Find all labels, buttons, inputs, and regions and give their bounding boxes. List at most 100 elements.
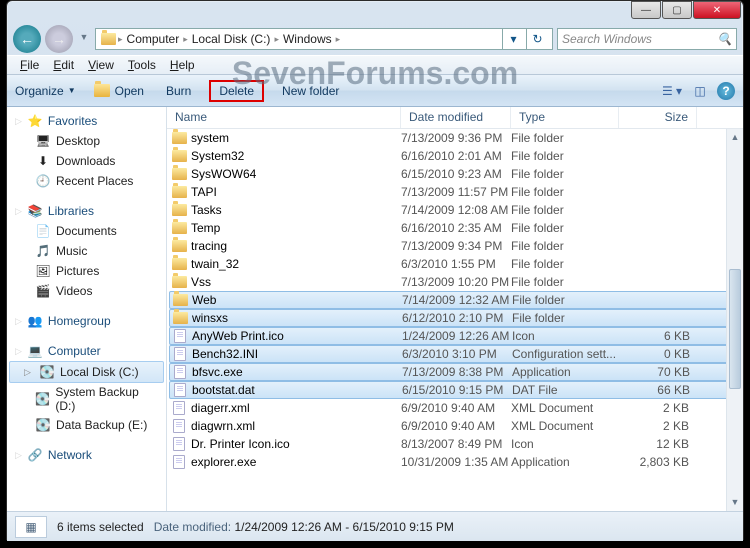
chevron-right-icon[interactable]: ▸ bbox=[274, 34, 279, 45]
menu-edit[interactable]: Edit bbox=[46, 58, 81, 72]
view-options-button[interactable]: ☰ ▾ bbox=[661, 82, 683, 100]
music-icon: 🎵 bbox=[35, 243, 51, 259]
file-type: Application bbox=[512, 365, 620, 379]
back-button[interactable]: ← bbox=[13, 25, 41, 53]
menu-file[interactable]: File bbox=[13, 58, 46, 72]
file-name: twain_32 bbox=[191, 257, 401, 271]
file-row[interactable]: bootstat.dat6/15/2010 9:15 PMDAT File66 … bbox=[169, 381, 741, 399]
file-name: diagwrn.xml bbox=[191, 419, 401, 433]
new-folder-button[interactable]: New folder bbox=[278, 82, 343, 100]
file-type: File folder bbox=[512, 293, 620, 307]
help-button[interactable]: ? bbox=[717, 82, 735, 100]
col-type[interactable]: Type bbox=[511, 107, 619, 128]
refresh-button[interactable]: ↻ bbox=[526, 28, 548, 50]
nav-history-dropdown[interactable]: ▼ bbox=[77, 32, 91, 46]
scroll-down-icon[interactable]: ▼ bbox=[727, 494, 743, 511]
file-date: 6/3/2010 3:10 PM bbox=[402, 347, 512, 361]
file-row[interactable]: system7/13/2009 9:36 PMFile folder bbox=[167, 129, 743, 147]
sidebar-network[interactable]: ▷🔗Network bbox=[7, 445, 166, 465]
nav-pane: ▷⭐Favorites 🖥Desktop ⬇Downloads 🕘Recent … bbox=[7, 107, 167, 511]
col-date[interactable]: Date modified bbox=[401, 107, 511, 128]
file-row[interactable]: Vss7/13/2009 10:20 PMFile folder bbox=[167, 273, 743, 291]
file-row[interactable]: Dr. Printer Icon.ico8/13/2007 8:49 PMIco… bbox=[167, 435, 743, 453]
sidebar-item-system-backup-d[interactable]: 💽System Backup (D:) bbox=[7, 383, 166, 415]
sidebar-item-downloads[interactable]: ⬇Downloads bbox=[7, 151, 166, 171]
menu-view[interactable]: View bbox=[81, 58, 121, 72]
file-type: Configuration sett... bbox=[512, 347, 620, 361]
forward-button[interactable]: → bbox=[45, 25, 73, 53]
file-type: File folder bbox=[511, 149, 619, 163]
scrollbar[interactable]: ▲ ▼ bbox=[726, 129, 743, 511]
folder-icon bbox=[171, 220, 187, 236]
col-name[interactable]: Name bbox=[167, 107, 401, 128]
file-row[interactable]: AnyWeb Print.ico1/24/2009 12:26 AMIcon6 … bbox=[169, 327, 741, 345]
open-button[interactable]: Open bbox=[90, 82, 148, 100]
file-icon bbox=[171, 454, 187, 470]
scroll-thumb[interactable] bbox=[729, 269, 741, 389]
libraries-icon: 📚 bbox=[27, 203, 43, 219]
file-row[interactable]: tracing7/13/2009 9:34 PMFile folder bbox=[167, 237, 743, 255]
file-row[interactable]: Temp6/16/2010 2:35 AMFile folder bbox=[167, 219, 743, 237]
folder-icon bbox=[171, 238, 187, 254]
chevron-right-icon[interactable]: ▸ bbox=[336, 34, 341, 45]
preview-pane-button[interactable]: ◫ bbox=[689, 82, 711, 100]
menu-help[interactable]: Help bbox=[163, 58, 202, 72]
file-row[interactable]: Tasks7/14/2009 12:08 AMFile folder bbox=[167, 201, 743, 219]
file-row[interactable]: bfsvc.exe7/13/2009 8:38 PMApplication70 … bbox=[169, 363, 741, 381]
address-dropdown-button[interactable]: ▾ bbox=[502, 28, 524, 50]
file-row[interactable]: twain_326/3/2010 1:55 PMFile folder bbox=[167, 255, 743, 273]
file-row[interactable]: winsxs6/12/2010 2:10 PMFile folder bbox=[169, 309, 741, 327]
drive-icon: 💽 bbox=[39, 364, 55, 380]
titlebar[interactable]: — ▢ ✕ bbox=[7, 1, 743, 23]
file-icon bbox=[171, 418, 187, 434]
file-row[interactable]: Web7/14/2009 12:32 AMFile folder bbox=[169, 291, 741, 309]
organize-button[interactable]: Organize▼ bbox=[15, 84, 76, 98]
search-input[interactable]: Search Windows 🔍 bbox=[557, 28, 737, 50]
delete-button[interactable]: Delete bbox=[209, 80, 264, 102]
file-name: Vss bbox=[191, 275, 401, 289]
sidebar-homegroup[interactable]: ▷👥Homegroup bbox=[7, 311, 166, 331]
burn-button[interactable]: Burn bbox=[162, 82, 195, 100]
sidebar-item-documents[interactable]: 📄Documents bbox=[7, 221, 166, 241]
sidebar-item-desktop[interactable]: 🖥Desktop bbox=[7, 131, 166, 151]
address-bar[interactable]: ▸ Computer ▸ Local Disk (C:) ▸ Windows ▸… bbox=[95, 28, 553, 50]
sidebar-item-music[interactable]: 🎵Music bbox=[7, 241, 166, 261]
close-button[interactable]: ✕ bbox=[693, 1, 741, 19]
breadcrumb[interactable]: Local Disk (C:) bbox=[190, 32, 273, 46]
chevron-right-icon[interactable]: ▸ bbox=[183, 34, 188, 45]
chevron-right-icon[interactable]: ▸ bbox=[118, 34, 123, 45]
sidebar-libraries[interactable]: ▷📚Libraries bbox=[7, 201, 166, 221]
file-type: File folder bbox=[511, 239, 619, 253]
file-row[interactable]: TAPI7/13/2009 11:57 PMFile folder bbox=[167, 183, 743, 201]
col-size[interactable]: Size bbox=[619, 107, 697, 128]
breadcrumb[interactable]: Windows bbox=[281, 32, 334, 46]
file-row[interactable]: Bench32.INI6/3/2010 3:10 PMConfiguration… bbox=[169, 345, 741, 363]
file-row[interactable]: explorer.exe10/31/2009 1:35 AMApplicatio… bbox=[167, 453, 743, 471]
chevron-right-icon[interactable]: ▷ bbox=[24, 367, 34, 378]
folder-icon bbox=[171, 202, 187, 218]
documents-icon: 📄 bbox=[35, 223, 51, 239]
minimize-button[interactable]: — bbox=[631, 1, 661, 19]
file-date: 7/13/2009 9:36 PM bbox=[401, 131, 511, 145]
sidebar-computer[interactable]: ▷💻Computer bbox=[7, 341, 166, 361]
breadcrumb[interactable]: Computer bbox=[125, 32, 182, 46]
sidebar-favorites[interactable]: ▷⭐Favorites bbox=[7, 111, 166, 131]
sidebar-item-local-disk-c[interactable]: ▷💽Local Disk (C:) bbox=[9, 361, 164, 383]
file-row[interactable]: diagerr.xml6/9/2010 9:40 AMXML Document2… bbox=[167, 399, 743, 417]
sidebar-item-data-backup-e[interactable]: 💽Data Backup (E:) bbox=[7, 415, 166, 435]
sidebar-item-recent[interactable]: 🕘Recent Places bbox=[7, 171, 166, 191]
search-placeholder: Search Windows bbox=[562, 32, 652, 46]
sidebar-item-videos[interactable]: 🎬Videos bbox=[7, 281, 166, 301]
network-icon: 🔗 bbox=[27, 447, 43, 463]
file-row[interactable]: System326/16/2010 2:01 AMFile folder bbox=[167, 147, 743, 165]
scroll-up-icon[interactable]: ▲ bbox=[727, 129, 743, 146]
file-row[interactable]: diagwrn.xml6/9/2010 9:40 AMXML Document2… bbox=[167, 417, 743, 435]
file-date: 6/16/2010 2:35 AM bbox=[401, 221, 511, 235]
maximize-button[interactable]: ▢ bbox=[662, 1, 692, 19]
file-row[interactable]: SysWOW646/15/2010 9:23 AMFile folder bbox=[167, 165, 743, 183]
file-name: Bench32.INI bbox=[192, 347, 402, 361]
sidebar-item-pictures[interactable]: 🖼Pictures bbox=[7, 261, 166, 281]
file-icon bbox=[171, 400, 187, 416]
menu-tools[interactable]: Tools bbox=[121, 58, 163, 72]
explorer-window: — ▢ ✕ ← → ▼ ▸ Computer ▸ Local Disk (C:)… bbox=[6, 0, 744, 540]
